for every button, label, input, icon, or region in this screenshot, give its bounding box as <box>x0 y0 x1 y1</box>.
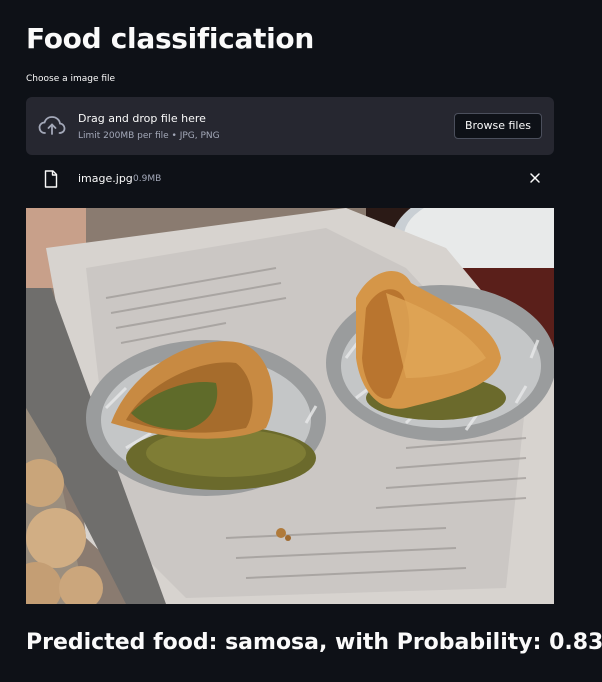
prediction-result: Predicted food: samosa, with Probability… <box>26 630 602 655</box>
file-size: 0.9MB <box>133 174 162 184</box>
file-icon <box>44 170 58 188</box>
cloud-upload-icon <box>38 116 66 135</box>
file-name: image.jpg <box>78 172 133 185</box>
dropzone-title: Drag and drop file here <box>78 112 206 125</box>
close-icon[interactable] <box>528 171 542 185</box>
uploader-label: Choose a image file <box>26 74 116 84</box>
uploaded-food-image <box>26 208 554 604</box>
uploaded-file-row: image.jpg 0.9MB <box>26 164 554 194</box>
dropzone-hint: Limit 200MB per file • JPG, PNG <box>78 131 220 141</box>
samosa-photo <box>26 208 554 604</box>
page-title: Food classification <box>26 22 314 55</box>
browse-files-button[interactable]: Browse files <box>453 113 542 139</box>
app-page: Food classification Choose a image file … <box>0 0 602 682</box>
file-dropzone[interactable]: Drag and drop file here Limit 200MB per … <box>26 97 554 155</box>
